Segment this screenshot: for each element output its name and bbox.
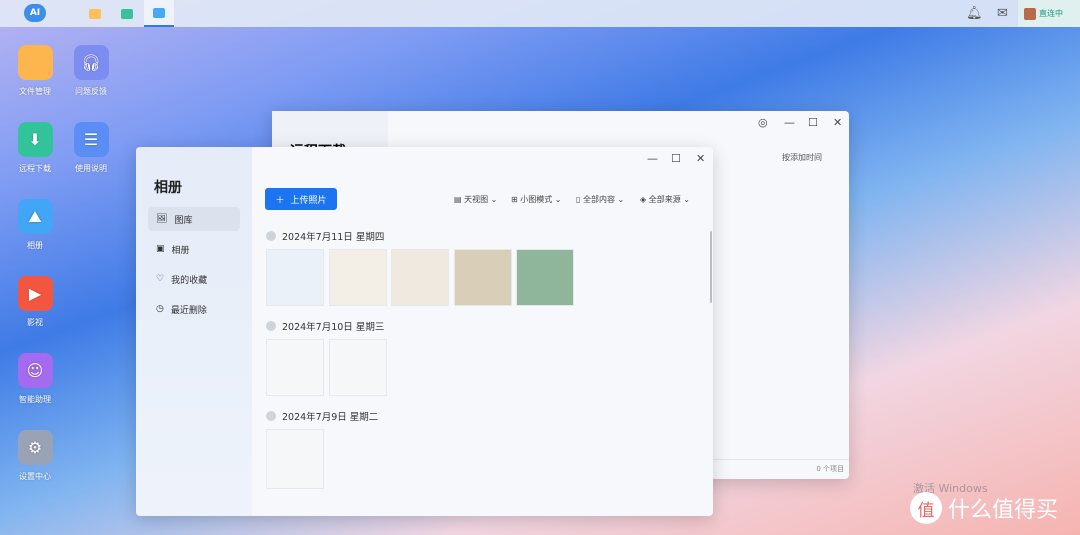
- filter-thumb-mode[interactable]: ⊞ 小图模式 ⌄: [511, 194, 562, 205]
- maximize-button[interactable]: ☐: [671, 152, 681, 165]
- upload-label: 上传照片: [290, 195, 327, 206]
- inbox-icon[interactable]: ✉︎: [997, 6, 1008, 21]
- album-sidebar: 相册 🖼︎ 图库 ▣ 相册 ♡ 我的收藏 ◷ 最近删除: [136, 147, 252, 516]
- app-icon: ☺: [17, 353, 53, 388]
- close-button[interactable]: ✕: [696, 152, 705, 165]
- filter-label: 小图模式: [520, 195, 553, 204]
- plus-icon: ＋: [275, 195, 285, 206]
- album-title: 相册: [154, 180, 182, 196]
- app-icon: ⚙: [17, 430, 53, 465]
- filter-source[interactable]: ◈ 全部来源 ⌄: [640, 194, 690, 205]
- app-icon: ▶: [17, 276, 53, 311]
- desktop-icon[interactable]: 文件管理: [7, 45, 63, 97]
- minimize-button[interactable]: —: [784, 116, 795, 129]
- album-window: 相册 🖼︎ 图库 ▣ 相册 ♡ 我的收藏 ◷ 最近删除 — ☐ ✕ ＋ 上传照片 ▤ 天视…: [136, 147, 713, 516]
- photo-thumbnail[interactable]: [516, 249, 574, 306]
- ai-logo[interactable]: AI: [24, 4, 46, 22]
- app-label: 远程下载: [19, 164, 51, 173]
- avatar: [1024, 7, 1036, 20]
- app-icon: ⛰: [17, 199, 53, 234]
- nav-recently-deleted[interactable]: ◷ 最近删除: [148, 297, 240, 321]
- photo-thumbnail[interactable]: [328, 339, 387, 396]
- date-group-header[interactable]: 2024年7月10日 星期三: [266, 319, 384, 333]
- photo-thumbnail[interactable]: [266, 249, 324, 306]
- taskbar: AI 🔔︎ ✉︎ 直连中: [0, 0, 1080, 27]
- album-icon: ▣: [156, 244, 165, 254]
- desktop-icon[interactable]: ☰ 使用说明: [63, 122, 119, 174]
- close-button[interactable]: ✕: [833, 116, 842, 129]
- bell-icon[interactable]: 🔔︎: [966, 6, 983, 21]
- desktop-icon[interactable]: ☺ 智能助理: [7, 353, 63, 405]
- nav-label: 相册: [171, 245, 190, 256]
- image-icon: 🖼︎: [156, 214, 168, 224]
- heart-icon: ♡: [156, 274, 165, 284]
- desktop-icon[interactable]: ⚙ 设置中心: [7, 430, 63, 482]
- status-text: 直连中: [1039, 9, 1063, 18]
- app-label: 使用说明: [75, 164, 107, 173]
- select-circle[interactable]: [266, 411, 276, 421]
- date-label: 2024年7月9日 星期二: [282, 412, 379, 423]
- app-label: 设置中心: [19, 472, 51, 481]
- date-label: 2024年7月11日 星期四: [282, 232, 385, 243]
- photo-thumbnail[interactable]: [328, 249, 387, 306]
- app-icon: ⬇: [17, 122, 53, 157]
- filter-content[interactable]: ▯ 全部内容 ⌄: [576, 194, 624, 205]
- nav-favorites[interactable]: ♡ 我的收藏: [148, 267, 240, 291]
- clock-icon: ◷: [156, 304, 164, 314]
- desktop-icon[interactable]: ⬇ 远程下载: [7, 122, 63, 174]
- nav-gallery[interactable]: 🖼︎ 图库: [148, 207, 240, 231]
- app-icon: ☰: [73, 122, 109, 157]
- nav-albums[interactable]: ▣ 相册: [148, 237, 240, 261]
- scrollbar[interactable]: [710, 231, 712, 303]
- nav-label: 最近删除: [170, 305, 207, 316]
- app-label: 相册: [27, 241, 43, 250]
- taskbar-files[interactable]: [80, 0, 110, 27]
- desktop-icon[interactable]: ▶ 影视: [7, 276, 63, 328]
- upload-photo-button[interactable]: ＋ 上传照片: [265, 188, 337, 210]
- filter-label: 全部内容: [582, 195, 615, 204]
- app-icon: 🎧︎: [73, 45, 109, 80]
- filter-label: 天视图: [464, 195, 489, 204]
- date-group-header[interactable]: 2024年7月9日 星期二: [266, 409, 378, 423]
- connection-status[interactable]: 直连中: [1018, 0, 1080, 27]
- photo-thumbnail[interactable]: [266, 339, 324, 396]
- brand-watermark: 值 什么值得买: [910, 492, 1058, 524]
- taskbar-album[interactable]: [144, 0, 174, 27]
- item-count: 0 个项目: [816, 465, 844, 473]
- nav-label: 图库: [174, 215, 193, 226]
- minimize-button[interactable]: —: [647, 152, 658, 165]
- photo-thumbnail[interactable]: [453, 249, 512, 306]
- date-group-header[interactable]: 2024年7月11日 星期四: [266, 229, 384, 243]
- sort-button[interactable]: 按添加时间: [782, 152, 822, 163]
- app-label: 问题反馈: [75, 87, 107, 96]
- app-icon: [17, 45, 53, 80]
- desktop-icon[interactable]: ⛰ 相册: [7, 199, 63, 251]
- select-circle[interactable]: [266, 321, 276, 331]
- taskbar-download[interactable]: [112, 0, 142, 27]
- brand-logo-icon: 值: [910, 492, 942, 524]
- app-label: 影视: [27, 318, 43, 327]
- select-circle[interactable]: [266, 231, 276, 241]
- app-label: 文件管理: [19, 87, 51, 96]
- maximize-button[interactable]: ☐: [808, 116, 818, 129]
- settings-icon[interactable]: ◎: [758, 116, 768, 129]
- date-label: 2024年7月10日 星期三: [282, 322, 385, 333]
- photo-thumbnail[interactable]: [266, 429, 324, 489]
- brand-text: 什么值得买: [948, 498, 1059, 523]
- app-label: 智能助理: [19, 395, 51, 404]
- desktop-icon[interactable]: 🎧︎ 问题反馈: [63, 45, 119, 97]
- filter-label: 全部来源: [648, 195, 681, 204]
- nav-label: 我的收藏: [171, 275, 208, 286]
- filter-day-view[interactable]: ▤ 天视图 ⌄: [454, 194, 497, 205]
- photo-thumbnail[interactable]: [391, 249, 449, 306]
